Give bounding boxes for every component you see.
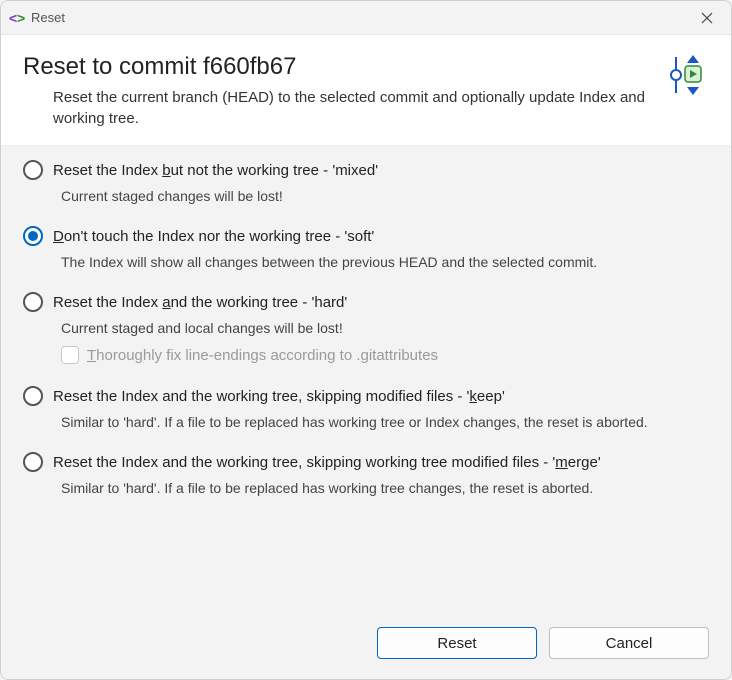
radio-soft[interactable] — [23, 226, 43, 246]
radio-mixed[interactable] — [23, 160, 43, 180]
option-soft-label: Don't touch the Index nor the working tr… — [53, 228, 374, 245]
cancel-button[interactable]: Cancel — [549, 627, 709, 659]
option-merge-desc: Similar to 'hard'. If a file to be repla… — [61, 480, 709, 496]
option-soft-desc: The Index will show all changes between … — [61, 254, 709, 270]
option-hard-desc: Current staged and local changes will be… — [61, 320, 709, 336]
option-merge-label: Reset the Index and the working tree, sk… — [53, 454, 601, 471]
radio-hard[interactable] — [23, 292, 43, 312]
svg-text:>: > — [17, 10, 25, 26]
option-keep-desc: Similar to 'hard'. If a file to be repla… — [61, 414, 709, 430]
titlebar: < > Reset — [1, 1, 731, 35]
option-merge-row[interactable]: Reset the Index and the working tree, sk… — [23, 452, 709, 472]
option-mixed-row[interactable]: Reset the Index but not the working tree… — [23, 160, 709, 180]
radio-keep[interactable] — [23, 386, 43, 406]
svg-text:<: < — [9, 10, 17, 26]
app-icon: < > — [9, 10, 25, 26]
hard-subcheck: Thoroughly fix line-endings according to… — [61, 346, 709, 364]
checkbox-fix-line-endings — [61, 346, 79, 364]
hard-subcheck-label: Thoroughly fix line-endings according to… — [87, 347, 438, 364]
dialog-header: Reset to commit f660fb67 Reset the curre… — [1, 35, 731, 146]
option-mixed-label: Reset the Index but not the working tree… — [53, 162, 378, 179]
option-hard-row[interactable]: Reset the Index and the working tree - '… — [23, 292, 709, 312]
close-icon — [701, 12, 713, 24]
option-mixed: Reset the Index but not the working tree… — [23, 160, 709, 204]
option-hard-label: Reset the Index and the working tree - '… — [53, 294, 347, 311]
dialog-footer: Reset Cancel — [1, 621, 731, 679]
option-soft-row[interactable]: Don't touch the Index nor the working tr… — [23, 226, 709, 246]
option-soft: Don't touch the Index nor the working tr… — [23, 226, 709, 270]
header-text: Reset to commit f660fb67 Reset the curre… — [23, 53, 651, 129]
header-title: Reset to commit f660fb67 — [23, 53, 651, 81]
reset-icon — [665, 53, 709, 97]
titlebar-title: Reset — [31, 10, 65, 25]
option-hard: Reset the Index and the working tree - '… — [23, 292, 709, 364]
option-mixed-desc: Current staged changes will be lost! — [61, 188, 709, 204]
option-keep-label: Reset the Index and the working tree, sk… — [53, 388, 505, 405]
option-keep: Reset the Index and the working tree, sk… — [23, 386, 709, 430]
titlebar-left: < > Reset — [9, 10, 65, 26]
close-button[interactable] — [693, 4, 721, 32]
options-panel: Reset the Index but not the working tree… — [1, 146, 731, 621]
radio-merge[interactable] — [23, 452, 43, 472]
dialog-window: < > Reset Reset to commit f660fb67 Reset… — [0, 0, 732, 680]
reset-button[interactable]: Reset — [377, 627, 537, 659]
header-description: Reset the current branch (HEAD) to the s… — [23, 87, 651, 129]
option-keep-row[interactable]: Reset the Index and the working tree, sk… — [23, 386, 709, 406]
option-merge: Reset the Index and the working tree, sk… — [23, 452, 709, 496]
